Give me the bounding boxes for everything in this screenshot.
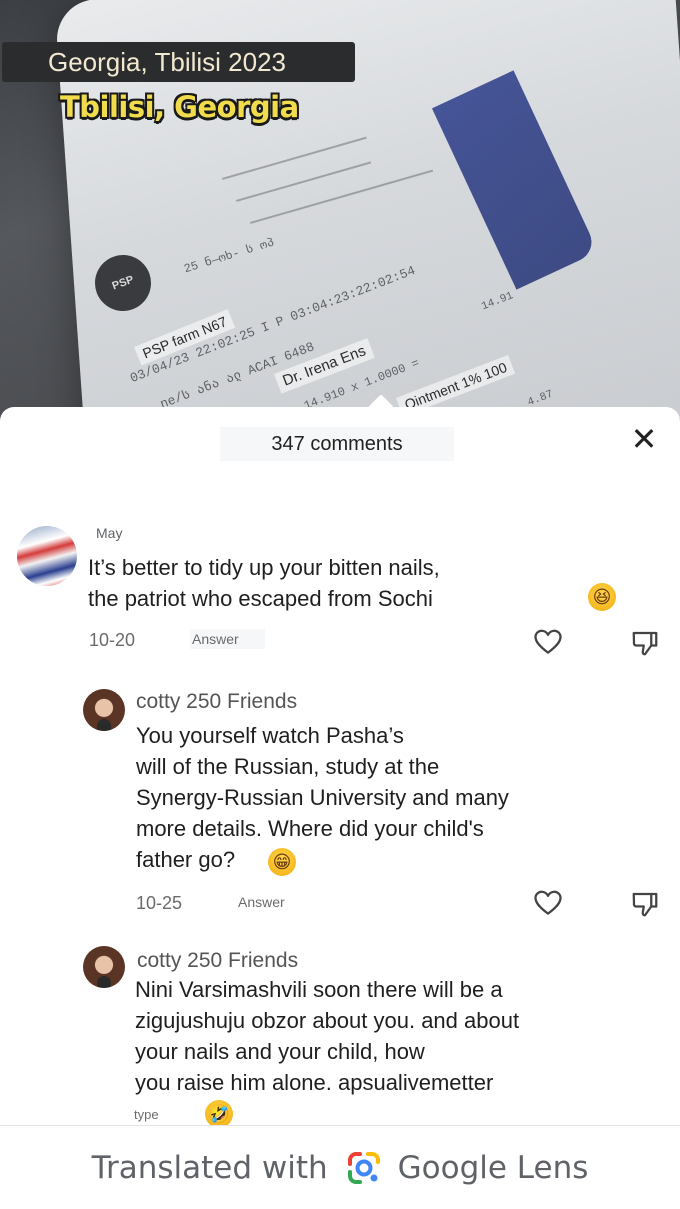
reply-line: Nini Varsimashvili soon there will be a	[135, 977, 503, 1002]
comment-line: It’s better to tidy up your bitten nails…	[88, 555, 440, 580]
comment-author[interactable]: May	[96, 525, 122, 541]
comment-line: the patriot who escaped from Sochi	[88, 586, 433, 611]
comment-text: It’s better to tidy up your bitten nails…	[88, 552, 440, 614]
reply-line: will of the Russian, study at the	[136, 754, 440, 779]
comment-date: 10-20	[89, 630, 136, 650]
close-button[interactable]: ✕	[626, 421, 662, 457]
comments-count: 347 comments	[220, 427, 454, 461]
translated-with-label: Translated with	[91, 1149, 328, 1186]
reply-author[interactable]: cotty 250 Friends	[136, 690, 297, 714]
heart-icon[interactable]	[533, 888, 563, 918]
reply-line: more details. Where did your child's	[136, 816, 484, 841]
reply-date: 10-25	[136, 893, 183, 913]
heart-icon[interactable]	[533, 627, 563, 657]
location-caption: Tbilisi, Georgia	[60, 90, 299, 124]
reply-line: your nails and your child, how	[135, 1039, 425, 1064]
video-background[interactable]: PSP 25 ნ—ოხ- ს ოპ PSP farm N67 03/04/23 …	[0, 0, 680, 430]
reply-line: You yourself watch Pasha’s	[136, 723, 404, 748]
google-lens-icon	[347, 1151, 380, 1184]
type-label: type	[134, 1107, 159, 1122]
reply-line: zigujushuju obzor about you. and about	[135, 1008, 520, 1033]
laughing-emoji-icon: 😆	[588, 583, 616, 611]
reply-line: Synergy-Russian University and many	[136, 785, 509, 810]
rofl-emoji-icon: 🤣	[205, 1100, 233, 1128]
comments-sheet: 347 comments ✕ May It’s better to tidy u…	[0, 407, 680, 1209]
grinning-emoji-icon: 😁	[268, 848, 296, 876]
reply-line: you raise him alone. apsualivemetter	[135, 1070, 494, 1095]
close-icon[interactable]: ✕	[631, 421, 658, 457]
avatar[interactable]	[83, 689, 125, 731]
avatar[interactable]	[17, 526, 77, 586]
dislike-icon[interactable]	[630, 889, 660, 919]
reply-text: You yourself watch Pasha’s will of the R…	[136, 720, 509, 875]
dislike-icon[interactable]	[630, 628, 660, 658]
reply-text: Nini Varsimashvili soon there will be a …	[135, 974, 519, 1098]
google-lens-label: Google Lens	[397, 1149, 589, 1186]
location-tag[interactable]: Georgia, Tbilisi 2023	[2, 42, 355, 82]
reply-author[interactable]: cotty 250 Friends	[137, 949, 298, 973]
reply-line: father go?	[136, 847, 236, 872]
translated-with-bar: Translated with Google Lens	[0, 1125, 680, 1209]
answer-button[interactable]: Answer	[238, 894, 285, 910]
pharmacy-logo-text: PSP	[110, 273, 136, 293]
answer-button[interactable]: Answer	[190, 629, 265, 649]
avatar[interactable]	[83, 946, 125, 988]
